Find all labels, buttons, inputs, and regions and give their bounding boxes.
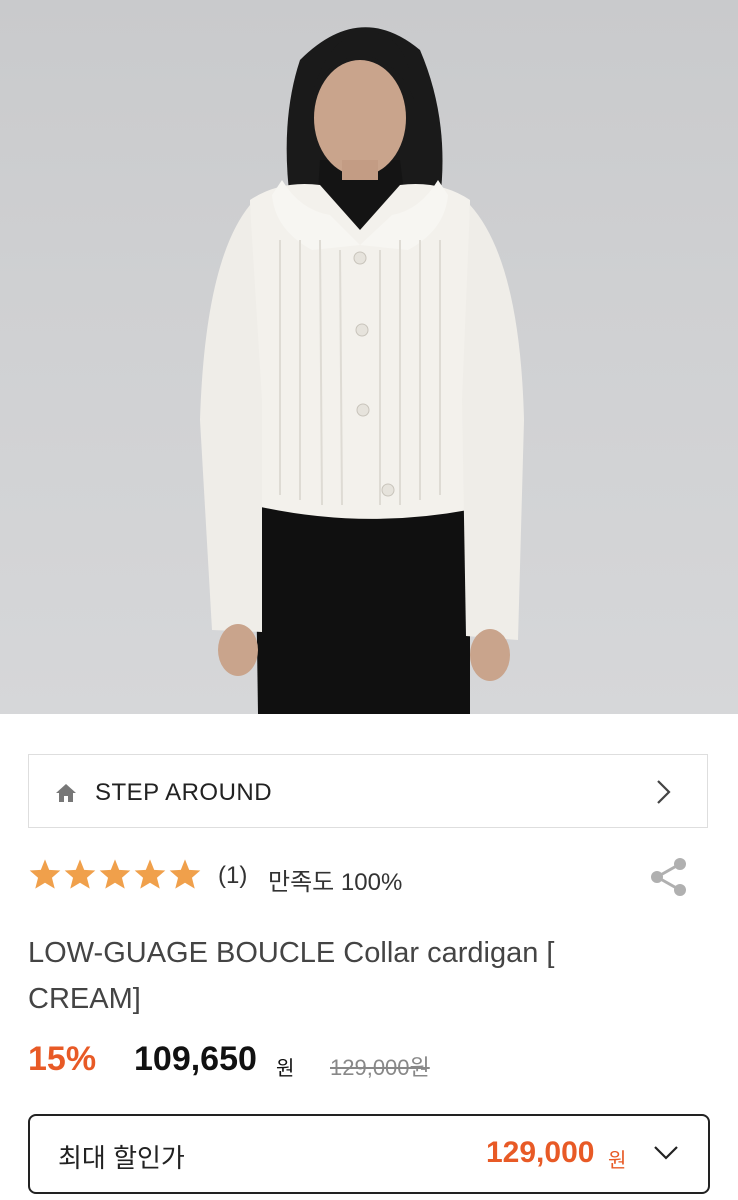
max-discount-price: 129,000: [486, 1136, 595, 1169]
model-photo: [200, 27, 524, 714]
max-discount-dropdown[interactable]: 최대 할인가 129,000 원: [28, 1114, 710, 1194]
max-discount-label: 최대 할인가: [58, 1143, 185, 1173]
brand-shop-link[interactable]: STEP AROUND: [28, 754, 708, 828]
star-icon: [29, 859, 61, 889]
brand-name: STEP AROUND: [95, 779, 273, 806]
chevron-right-icon: [657, 780, 671, 804]
product-image[interactable]: [0, 0, 738, 714]
sale-price-unit: 원: [276, 1058, 295, 1080]
satisfaction-score: 만족도 100%: [268, 869, 403, 896]
rating-row: (1) 만족도 100%: [28, 856, 718, 896]
share-icon[interactable]: [648, 856, 690, 898]
star-icon: [169, 859, 201, 889]
product-title: LOW-GUAGE BOUCLE Collar cardigan [ CREAM…: [28, 937, 555, 1015]
chevron-down-icon: [654, 1146, 678, 1160]
home-icon: [56, 784, 76, 802]
star-rating[interactable]: [28, 858, 202, 890]
sale-price: 109,650: [134, 1040, 257, 1078]
discount-rate: 15%: [28, 1040, 97, 1078]
star-icon: [64, 859, 96, 889]
max-discount-unit: 원: [608, 1150, 627, 1172]
star-icon: [99, 859, 131, 889]
star-icon: [134, 859, 166, 889]
price-row: 15% 109,650 원 129,000원: [28, 1038, 718, 1082]
review-count[interactable]: (1): [218, 862, 247, 890]
original-price: 129,000원: [330, 1055, 430, 1080]
